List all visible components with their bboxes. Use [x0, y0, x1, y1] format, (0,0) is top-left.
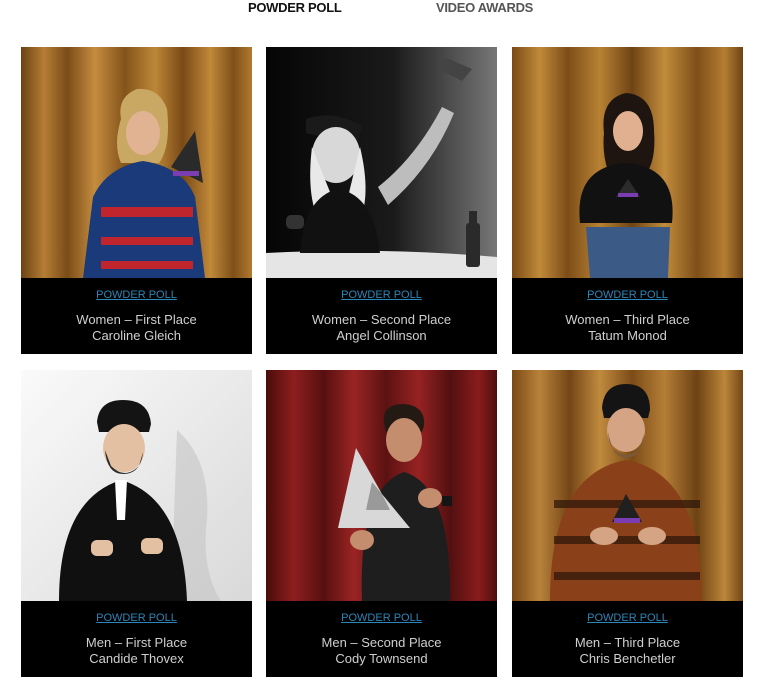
- category-link[interactable]: POWDER POLL: [266, 288, 497, 302]
- winners-grid: POWDER POLL Women – First Place Caroline…: [21, 47, 743, 678]
- tab-powder-poll[interactable]: POWDER POLL: [248, 0, 342, 16]
- winner-name: Cody Townsend: [335, 651, 428, 666]
- place-label: Women – First Place: [76, 312, 197, 327]
- category-link[interactable]: POWDER POLL: [21, 288, 252, 302]
- category-link[interactable]: POWDER POLL: [21, 611, 252, 625]
- tab-bar: POWDER POLL VIDEO AWARDS: [0, 0, 770, 20]
- category-link[interactable]: POWDER POLL: [512, 288, 743, 302]
- winner-photo[interactable]: [266, 47, 497, 278]
- card-caption: POWDER POLL Men – Second Place Cody Town…: [266, 601, 497, 677]
- winner-photo[interactable]: [512, 370, 743, 601]
- place-label: Women – Third Place: [565, 312, 690, 327]
- winner-card: POWDER POLL Men – Third Place Chris Benc…: [512, 370, 743, 677]
- place-label: Men – Third Place: [574, 635, 681, 650]
- winner-card: POWDER POLL Men – Second Place Cody Town…: [266, 370, 497, 677]
- winner-name: Chris Benchetler: [579, 651, 676, 666]
- place-label: Men – Second Place: [321, 635, 442, 650]
- place-label: Women – Second Place: [311, 312, 452, 327]
- category-link[interactable]: POWDER POLL: [512, 611, 743, 625]
- card-caption: POWDER POLL Men – Third Place Chris Benc…: [512, 601, 743, 677]
- winner-name: Tatum Monod: [588, 328, 667, 343]
- place-label: Men – First Place: [85, 635, 188, 650]
- card-caption: POWDER POLL Women – Second Place Angel C…: [266, 278, 497, 354]
- winner-card: POWDER POLL Women – First Place Caroline…: [21, 47, 252, 354]
- tab-video-awards[interactable]: VIDEO AWARDS: [436, 0, 533, 16]
- card-caption: POWDER POLL Women – First Place Caroline…: [21, 278, 252, 354]
- winner-photo[interactable]: [21, 370, 252, 601]
- winner-name: Angel Collinson: [336, 328, 427, 343]
- card-caption: POWDER POLL Women – Third Place Tatum Mo…: [512, 278, 743, 354]
- winner-card: POWDER POLL Women – Second Place Angel C…: [266, 47, 497, 354]
- winner-photo[interactable]: [512, 47, 743, 278]
- winner-card: POWDER POLL Men – First Place Candide Th…: [21, 370, 252, 677]
- category-link[interactable]: POWDER POLL: [266, 611, 497, 625]
- winner-name: Caroline Gleich: [92, 328, 181, 343]
- winner-photo[interactable]: [21, 47, 252, 278]
- winner-photo[interactable]: [266, 370, 497, 601]
- winner-name: Candide Thovex: [89, 651, 184, 666]
- card-caption: POWDER POLL Men – First Place Candide Th…: [21, 601, 252, 677]
- winner-card: POWDER POLL Women – Third Place Tatum Mo…: [512, 47, 743, 354]
